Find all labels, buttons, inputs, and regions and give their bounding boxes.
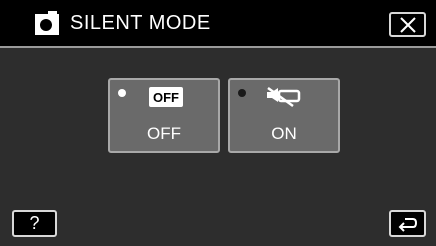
- camera-icon: [35, 11, 59, 35]
- off-icon-text: OFF: [153, 90, 179, 105]
- close-icon: [400, 17, 416, 33]
- off-icon: OFF: [149, 87, 183, 107]
- page-title: SILENT MODE: [70, 12, 211, 34]
- option-on-label: ON: [271, 124, 297, 143]
- header-divider: [0, 46, 436, 48]
- radio-selected-indicator: [118, 89, 126, 97]
- close-button[interactable]: [389, 12, 426, 37]
- back-button[interactable]: [389, 210, 426, 237]
- screen: SILENT MODE OFF OFF ON ?: [0, 0, 436, 246]
- option-off-button[interactable]: OFF OFF: [108, 78, 220, 153]
- option-on-button[interactable]: ON: [228, 78, 340, 153]
- radio-unselected-indicator: [238, 89, 246, 97]
- help-button[interactable]: ?: [12, 210, 57, 237]
- header-bar: SILENT MODE: [0, 0, 436, 46]
- help-label: ?: [29, 213, 40, 233]
- option-off-label: OFF: [147, 124, 181, 143]
- return-icon: [398, 218, 418, 232]
- silent-mode-icon: [267, 86, 301, 108]
